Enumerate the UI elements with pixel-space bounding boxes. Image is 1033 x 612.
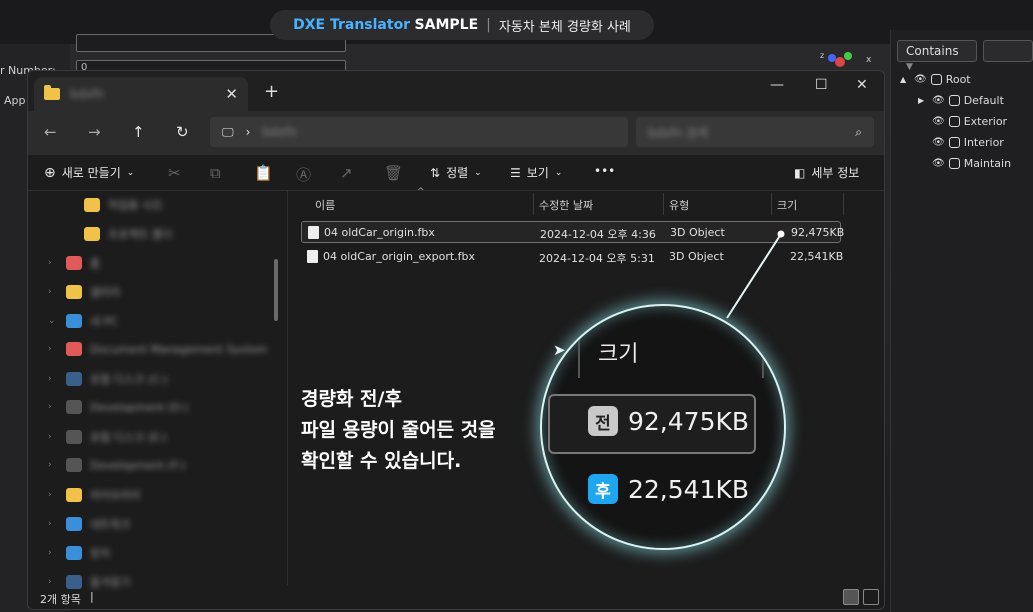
zoom-column-divider	[578, 316, 580, 378]
zoom-column-divider	[762, 316, 764, 378]
zoom-after-row: 후 22,541KB	[588, 474, 749, 504]
zoom-before-row: 전 92,475KB	[588, 406, 749, 436]
callout-connector	[726, 230, 785, 319]
caption-text: 경량화 전/후 파일 용량이 줄어든 것을 확인할 수 있습니다.	[301, 384, 496, 477]
caption-line-3: 확인할 수 있습니다.	[301, 450, 462, 472]
before-badge: 전	[588, 406, 618, 436]
caption-line-1: 경량화 전/후	[301, 388, 402, 410]
zoom-size-header: 크기	[598, 342, 639, 367]
before-value: 92,475KB	[628, 406, 750, 436]
caption-line-2: 파일 용량이 줄어든 것을	[301, 419, 496, 441]
zoom-magnifier: 크기 전 92,475KB 후 22,541KB	[540, 304, 786, 550]
after-value: 22,541KB	[628, 474, 750, 504]
after-badge: 후	[588, 474, 618, 504]
